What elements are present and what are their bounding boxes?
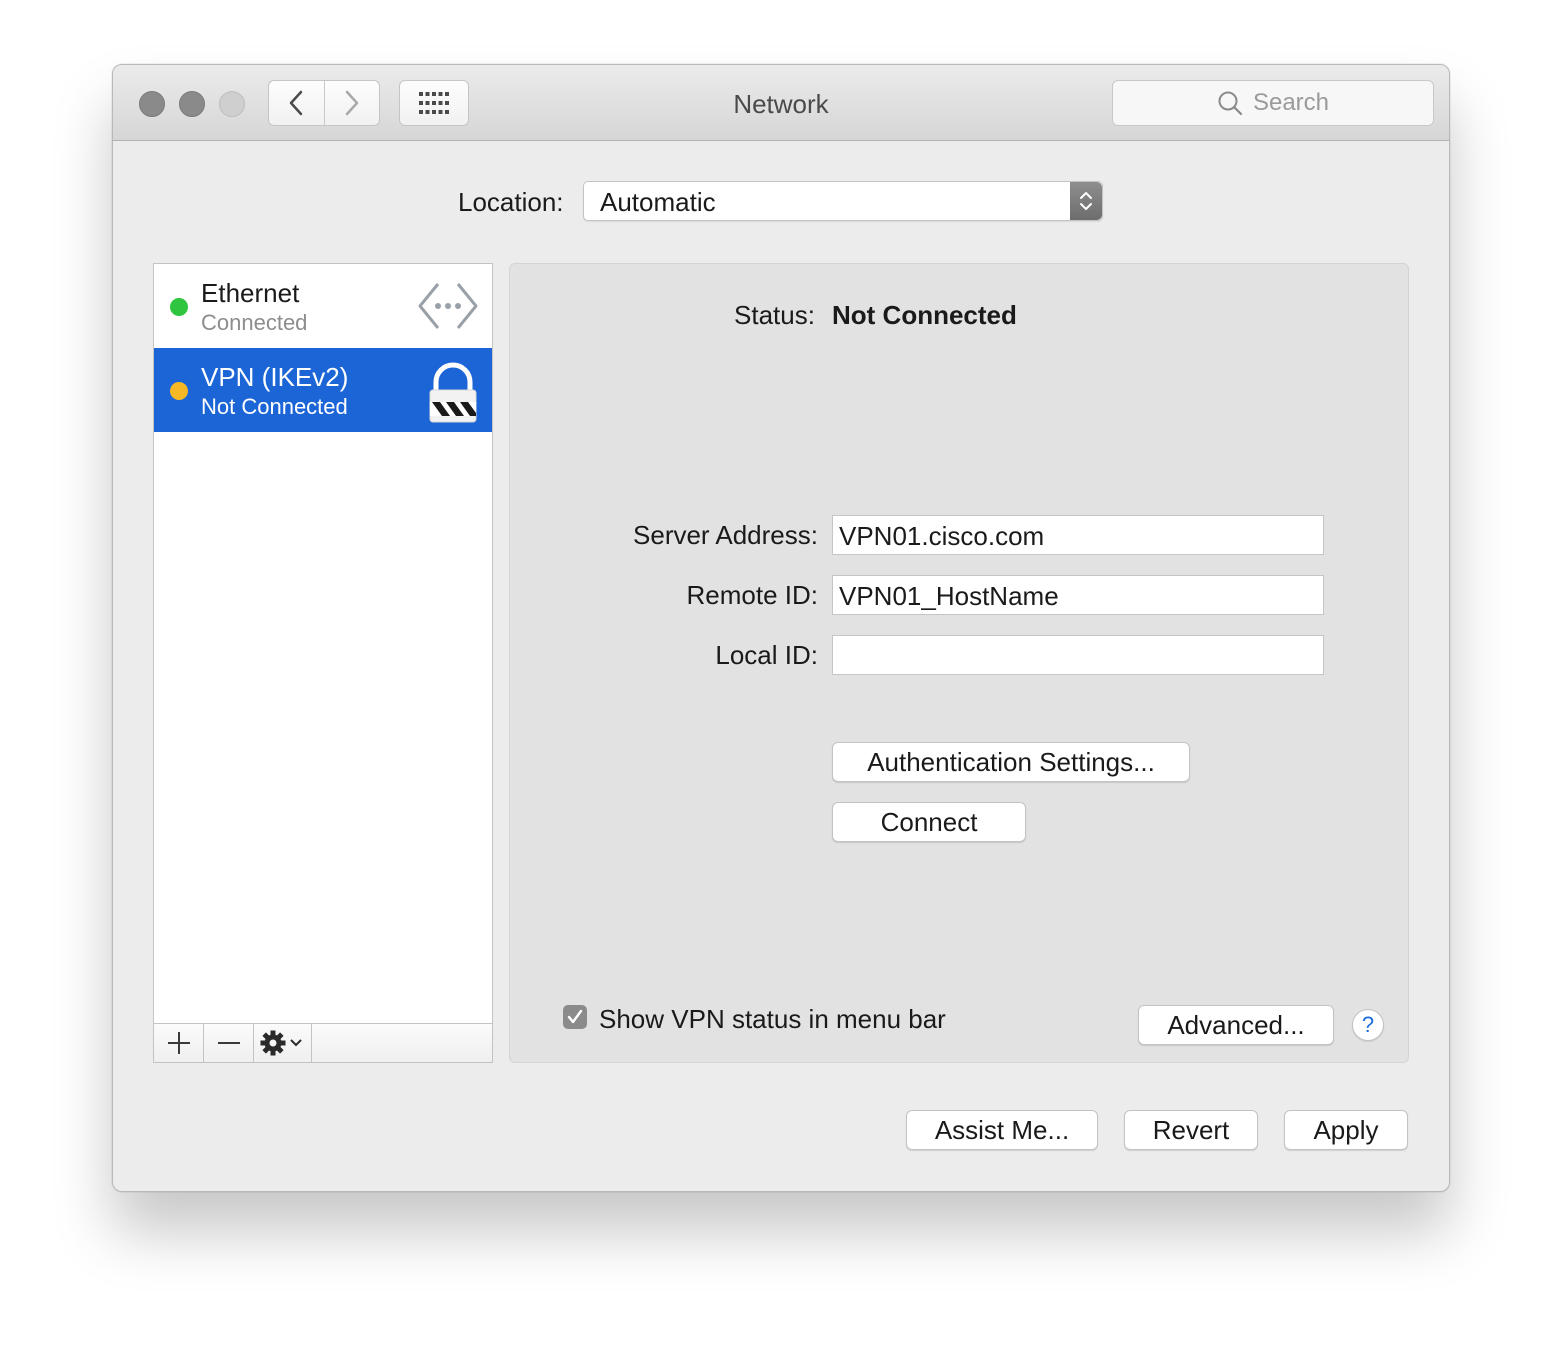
revert-button[interactable]: Revert — [1124, 1110, 1258, 1150]
server-address-field[interactable]: VPN01.cisco.com — [832, 515, 1324, 555]
add-service-button[interactable] — [154, 1024, 204, 1062]
plus-icon — [167, 1032, 190, 1054]
action-menu-button[interactable] — [254, 1024, 312, 1062]
minus-icon — [217, 1042, 240, 1044]
location-label: Location: — [458, 187, 564, 217]
network-preferences-window: Network Search Location: Automatic Ether… — [112, 64, 1450, 1192]
service-list: Ethernet Connected VPN (IKEv2) Not Conne… — [153, 263, 493, 1063]
local-id-field[interactable] — [832, 635, 1324, 675]
help-button[interactable]: ? — [1352, 1009, 1384, 1041]
server-address-label: Server Address: — [633, 520, 818, 550]
location-value: Automatic — [600, 187, 716, 217]
status-label: Status: — [734, 300, 815, 330]
search-placeholder: Search — [1252, 89, 1330, 116]
status-dot — [170, 298, 188, 316]
search-field[interactable]: Search — [1112, 80, 1434, 126]
service-detail-panel: Status: Not Connected Server Address: VP… — [509, 263, 1409, 1063]
local-id-label: Local ID: — [715, 640, 818, 670]
service-item-ethernet[interactable]: Ethernet Connected — [154, 264, 492, 348]
service-name: Ethernet — [201, 278, 300, 308]
checkmark-icon — [567, 1009, 583, 1024]
ethernet-arrows-icon — [418, 283, 478, 329]
connect-button[interactable]: Connect — [832, 802, 1026, 842]
authentication-settings-button[interactable]: Authentication Settings... — [832, 742, 1190, 782]
location-select[interactable]: Automatic — [583, 181, 1103, 221]
search-icon — [1218, 91, 1243, 116]
updown-arrows-icon — [1070, 182, 1102, 220]
apply-button[interactable]: Apply — [1284, 1110, 1408, 1150]
service-list-toolbar — [154, 1023, 492, 1062]
status-value: Not Connected — [832, 300, 1017, 330]
vpn-lock-icon — [429, 362, 477, 423]
status-dot — [170, 382, 188, 400]
show-vpn-status-checkbox[interactable] — [563, 1005, 587, 1029]
remote-id-label: Remote ID: — [686, 580, 819, 610]
service-status: Not Connected — [201, 394, 348, 419]
service-name: VPN (IKEv2) — [201, 362, 349, 392]
service-item-vpn[interactable]: VPN (IKEv2) Not Connected — [154, 348, 492, 432]
assist-me-button[interactable]: Assist Me... — [906, 1110, 1098, 1150]
titlebar: Network Search — [113, 65, 1449, 141]
advanced-button[interactable]: Advanced... — [1138, 1005, 1334, 1045]
show-vpn-status-label: Show VPN status in menu bar — [599, 1004, 946, 1034]
gear-icon — [260, 1030, 302, 1056]
remove-service-button[interactable] — [204, 1024, 254, 1062]
service-status: Connected — [201, 310, 308, 335]
remote-id-field[interactable]: VPN01_HostName — [832, 575, 1324, 615]
